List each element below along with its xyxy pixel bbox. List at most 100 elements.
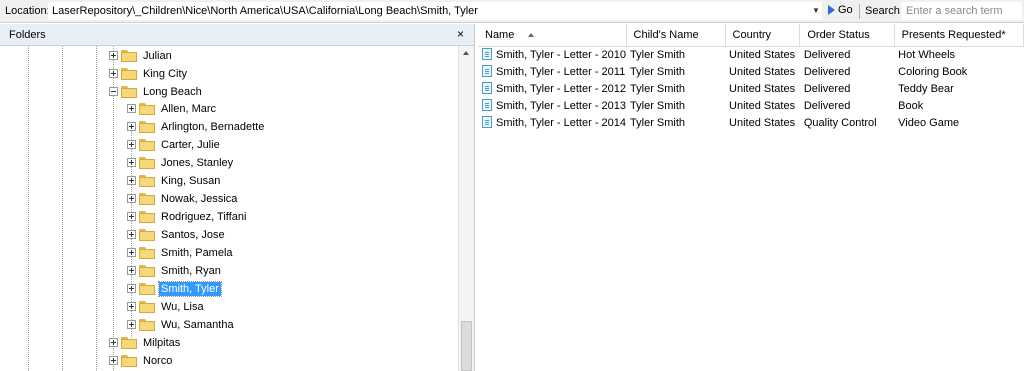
tree-node-allen-marc[interactable]: Allen, Marc bbox=[127, 100, 218, 117]
tree-node-nowak-jessica[interactable]: Nowak, Jessica bbox=[127, 190, 239, 207]
expand-icon[interactable] bbox=[127, 176, 136, 185]
cell-country: United States bbox=[729, 82, 796, 95]
folder-icon bbox=[139, 246, 155, 259]
tree-node-santos-jose[interactable]: Santos, Jose bbox=[127, 226, 227, 243]
collapse-icon[interactable] bbox=[109, 87, 118, 96]
expand-icon[interactable] bbox=[127, 140, 136, 149]
item-list-pane: Name Child's Name Country Order Status P… bbox=[478, 24, 1024, 371]
cell-name: Smith, Tyler - Letter - 2010 bbox=[478, 46, 626, 63]
expand-icon[interactable] bbox=[127, 230, 136, 239]
tree-node-label: Wu, Samantha bbox=[161, 318, 234, 331]
cell-order-status: Delivered bbox=[803, 48, 851, 61]
location-input[interactable]: LaserRepository\_Children\Nice\North Ame… bbox=[48, 2, 822, 20]
tree-node-smith-tyler[interactable]: Smith, Tyler bbox=[127, 280, 222, 297]
tree-node-label: Norco bbox=[143, 354, 173, 367]
go-button[interactable]: Go bbox=[828, 4, 853, 16]
expand-icon[interactable] bbox=[127, 248, 136, 257]
folder-icon bbox=[139, 174, 155, 187]
toolbar-divider bbox=[859, 4, 860, 19]
tree-node-label: Milpitas bbox=[143, 336, 181, 349]
tree-node-smith-ryan[interactable]: Smith, Ryan bbox=[127, 262, 223, 279]
cell-country: United States bbox=[729, 116, 796, 129]
tree-node-label: Nowak, Jessica bbox=[161, 192, 238, 205]
expand-icon[interactable] bbox=[127, 194, 136, 203]
close-icon[interactable]: × bbox=[457, 27, 464, 41]
cell-presents-requested: Teddy Bear bbox=[898, 82, 954, 95]
tree-scrollbar[interactable] bbox=[458, 46, 474, 371]
sort-ascending-icon bbox=[528, 32, 535, 37]
search-label: Search: bbox=[865, 5, 903, 17]
document-icon bbox=[482, 48, 492, 61]
tree-node-julian[interactable]: Julian bbox=[109, 47, 174, 64]
expand-icon[interactable] bbox=[109, 356, 118, 365]
column-header-childs-name[interactable]: Child's Name bbox=[626, 24, 726, 47]
folder-icon bbox=[121, 354, 137, 367]
document-icon bbox=[482, 82, 492, 94]
tree-node-king-susan[interactable]: King, Susan bbox=[127, 172, 222, 189]
cell-presents-requested: Hot Wheels bbox=[898, 48, 956, 61]
expand-icon[interactable] bbox=[127, 266, 136, 275]
tree-node-wu-samantha[interactable]: Wu, Samantha bbox=[127, 316, 236, 333]
location-bar: Location: LaserRepository\_Children\Nice… bbox=[0, 0, 1024, 23]
tree-node-wu-lisa[interactable]: Wu, Lisa bbox=[127, 298, 206, 315]
scroll-up-icon[interactable] bbox=[463, 51, 469, 55]
cell-order-status: Delivered bbox=[803, 82, 851, 95]
cell-name: Smith, Tyler - Letter - 2011 bbox=[478, 63, 626, 80]
search-input[interactable] bbox=[901, 2, 1022, 20]
expand-icon[interactable] bbox=[109, 338, 118, 347]
expand-icon[interactable] bbox=[127, 320, 136, 329]
column-header-presents-requested[interactable]: Presents Requested* bbox=[894, 24, 1024, 47]
tree-node-label: Long Beach bbox=[143, 85, 202, 98]
table-row[interactable]: Smith, Tyler - Letter - 2013 Tyler Smith… bbox=[478, 97, 1024, 114]
column-header-label: Country bbox=[732, 28, 772, 41]
tree-node-label-selected: Smith, Tyler bbox=[158, 280, 222, 297]
chevron-down-icon[interactable]: ▼ bbox=[812, 6, 820, 15]
tree-node-milpitas[interactable]: Milpitas bbox=[109, 334, 182, 351]
cell-name: Smith, Tyler - Letter - 2014 bbox=[478, 114, 626, 131]
expand-icon[interactable] bbox=[127, 212, 136, 221]
tree-node-arlington-bernadette[interactable]: Arlington, Bernadette bbox=[127, 118, 266, 135]
tree-guide-line bbox=[28, 46, 29, 371]
tree-node-label: Carter, Julie bbox=[161, 138, 220, 151]
folder-icon bbox=[121, 67, 137, 80]
column-header-label: Order Status bbox=[807, 28, 870, 41]
column-header-name[interactable]: Name bbox=[478, 24, 627, 47]
table-row[interactable]: Smith, Tyler - Letter - 2010 Tyler Smith… bbox=[478, 46, 1024, 63]
tree-node-rodriguez-tiffani[interactable]: Rodriguez, Tiffani bbox=[127, 208, 248, 225]
tree-node-norco[interactable]: Norco bbox=[109, 352, 174, 369]
expand-icon[interactable] bbox=[127, 284, 136, 293]
table-header-row: Name Child's Name Country Order Status P… bbox=[478, 24, 1024, 47]
column-header-country[interactable]: Country bbox=[725, 24, 801, 47]
column-header-label: Name bbox=[485, 28, 515, 41]
scrollbar-thumb[interactable] bbox=[461, 321, 472, 371]
expand-icon[interactable] bbox=[127, 122, 136, 131]
tree-node-label: Santos, Jose bbox=[161, 228, 225, 241]
table-row[interactable]: Smith, Tyler - Letter - 2012 Tyler Smith… bbox=[478, 80, 1024, 97]
expand-icon[interactable] bbox=[109, 51, 118, 60]
expand-icon[interactable] bbox=[127, 158, 136, 167]
tree-node-label: King, Susan bbox=[161, 174, 221, 187]
cell-text: Smith, Tyler - Letter - 2012 bbox=[496, 83, 627, 95]
expand-icon[interactable] bbox=[127, 104, 136, 113]
cell-name: Smith, Tyler - Letter - 2012 bbox=[478, 80, 626, 97]
column-header-order-status[interactable]: Order Status bbox=[799, 24, 895, 47]
cell-presents-requested: Video Game bbox=[898, 116, 960, 129]
cell-text: Smith, Tyler - Letter - 2014 bbox=[496, 117, 627, 129]
cell-country: United States bbox=[729, 99, 796, 112]
folder-icon bbox=[139, 264, 155, 277]
tree-node-label: Jones, Stanley bbox=[161, 156, 234, 169]
tree-node-carter-julie[interactable]: Carter, Julie bbox=[127, 136, 222, 153]
table-row[interactable]: Smith, Tyler - Letter - 2014 Tyler Smith… bbox=[478, 114, 1024, 131]
folder-icon bbox=[139, 282, 155, 295]
table-row[interactable]: Smith, Tyler - Letter - 2011 Tyler Smith… bbox=[478, 63, 1024, 80]
tree-node-jones-stanley[interactable]: Jones, Stanley bbox=[127, 154, 235, 171]
tree-node-long-beach[interactable]: Long Beach bbox=[109, 83, 204, 100]
cell-order-status: Delivered bbox=[803, 65, 851, 78]
folder-tree[interactable]: Julian King City Long Beach Allen, Marc … bbox=[0, 46, 458, 371]
folder-icon bbox=[121, 85, 137, 98]
expand-icon[interactable] bbox=[109, 69, 118, 78]
tree-node-king-city[interactable]: King City bbox=[109, 65, 189, 82]
tree-node-smith-pamela[interactable]: Smith, Pamela bbox=[127, 244, 235, 261]
tree-node-label: Julian bbox=[143, 49, 172, 62]
expand-icon[interactable] bbox=[127, 302, 136, 311]
